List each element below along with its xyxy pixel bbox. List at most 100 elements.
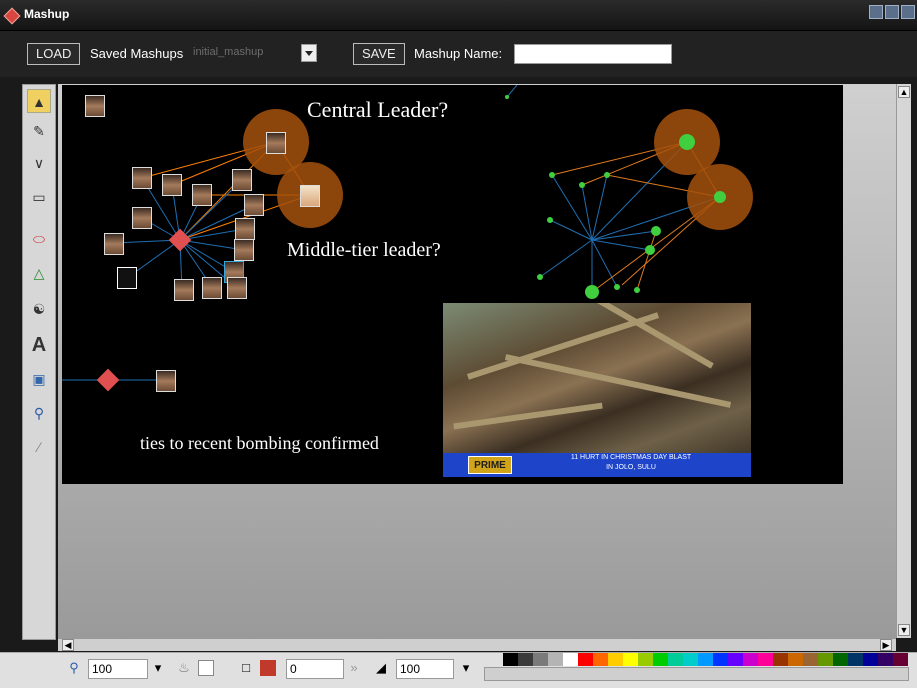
- person-photo[interactable]: [192, 184, 212, 206]
- palette-scrollbar[interactable]: [484, 667, 909, 681]
- video-debris: [504, 354, 732, 408]
- scroll-left-icon[interactable]: ◀: [62, 639, 74, 651]
- zoom-icon[interactable]: ⚲: [27, 401, 51, 425]
- load-button[interactable]: LOAD: [27, 43, 81, 65]
- palette-swatch[interactable]: [863, 653, 878, 666]
- fill-bucket-icon[interactable]: ♨: [176, 660, 192, 676]
- news-brand-logo: PRIME: [468, 456, 512, 474]
- fill-color-swatch[interactable]: [198, 660, 214, 676]
- palette-swatch[interactable]: [743, 653, 758, 666]
- annotation-middle-tier-leader[interactable]: Middle-tier leader?: [287, 239, 441, 262]
- palette-swatch[interactable]: [548, 653, 563, 666]
- palette-swatch[interactable]: [878, 653, 893, 666]
- save-button[interactable]: SAVE: [353, 43, 405, 65]
- palette-swatch[interactable]: [563, 653, 578, 666]
- palette-swatch[interactable]: [713, 653, 728, 666]
- stroke-width-input[interactable]: [286, 659, 344, 679]
- person-photo[interactable]: [162, 174, 182, 196]
- person-photo[interactable]: [132, 207, 152, 229]
- image-icon[interactable]: ▣: [27, 367, 51, 391]
- tool-palette: ▲ ✎ ∨ ▭ ⬭ △ ☯ A ▣ ⚲ ∕: [22, 84, 56, 640]
- person-photo[interactable]: [266, 132, 286, 154]
- right-network: [505, 85, 753, 299]
- news-video[interactable]: 11 HURT IN CHRISTMAS DAY BLAST IN JOLO, …: [443, 303, 751, 477]
- scroll-down-icon[interactable]: ▼: [898, 624, 910, 636]
- video-debris: [453, 402, 603, 430]
- palette-swatch[interactable]: [773, 653, 788, 666]
- database-icon[interactable]: ☯: [27, 297, 51, 321]
- saved-mashups-label: Saved Mashups: [90, 46, 184, 61]
- text-icon[interactable]: A: [27, 333, 51, 357]
- palette-swatch[interactable]: [833, 653, 848, 666]
- mashup-toolbar: LOAD Saved Mashups initial_mashup SAVE M…: [0, 31, 917, 77]
- person-photo[interactable]: [232, 169, 252, 191]
- select-icon[interactable]: ▲: [27, 89, 51, 113]
- small-network: [62, 368, 166, 392]
- mashup-canvas[interactable]: Central Leader? Middle-tier leader? ties…: [62, 85, 843, 484]
- palette-swatch[interactable]: [578, 653, 593, 666]
- person-silhouette[interactable]: [117, 267, 137, 289]
- mashup-name-label: Mashup Name:: [414, 46, 503, 61]
- person-photo[interactable]: [300, 185, 320, 207]
- mashup-name-input[interactable]: [514, 44, 672, 64]
- vector-pen-icon[interactable]: ∨: [27, 151, 51, 175]
- saved-mashups-value[interactable]: initial_mashup: [193, 46, 263, 58]
- color-palette[interactable]: [503, 653, 913, 666]
- palette-swatch[interactable]: [668, 653, 683, 666]
- person-photo[interactable]: [104, 233, 124, 255]
- scroll-right-icon[interactable]: ▶: [880, 639, 892, 651]
- palette-swatch[interactable]: [533, 653, 548, 666]
- scroll-up-icon[interactable]: ▲: [898, 86, 910, 98]
- person-photo[interactable]: [227, 277, 247, 299]
- eyedropper-icon[interactable]: ∕: [27, 435, 51, 459]
- palette-swatch[interactable]: [623, 653, 638, 666]
- palette-swatch[interactable]: [728, 653, 743, 666]
- app-icon: [3, 7, 21, 25]
- annotation-central-leader[interactable]: Central Leader?: [307, 97, 448, 123]
- saved-mashups-dropdown[interactable]: [301, 44, 317, 62]
- maximize-icon[interactable]: [885, 5, 899, 19]
- stroke-color-swatch[interactable]: [260, 660, 276, 676]
- chevron-down-icon[interactable]: ▾: [150, 660, 166, 676]
- triangle-icon[interactable]: △: [27, 261, 51, 285]
- vertical-scrollbar[interactable]: ▲ ▼: [896, 84, 911, 638]
- palette-swatch[interactable]: [503, 653, 518, 666]
- palette-swatch[interactable]: [698, 653, 713, 666]
- rectangle-icon[interactable]: ▭: [27, 185, 51, 209]
- opacity-icon: ◢: [376, 660, 386, 675]
- palette-swatch[interactable]: [518, 653, 533, 666]
- person-photo[interactable]: [132, 167, 152, 189]
- person-photo[interactable]: [202, 277, 222, 299]
- pen-icon[interactable]: ✎: [27, 119, 51, 143]
- title-bar: Mashup: [0, 0, 917, 31]
- palette-swatch[interactable]: [758, 653, 773, 666]
- double-chevron-icon[interactable]: »: [346, 660, 362, 676]
- horizontal-scrollbar[interactable]: ◀ ▶: [58, 638, 896, 651]
- palette-swatch[interactable]: [788, 653, 803, 666]
- person-photo[interactable]: [244, 194, 264, 216]
- annotation-bombing[interactable]: ties to recent bombing confirmed: [140, 433, 379, 454]
- close-icon[interactable]: [901, 5, 915, 19]
- chevron-down-icon[interactable]: ▾: [458, 660, 474, 676]
- palette-swatch[interactable]: [818, 653, 833, 666]
- palette-swatch[interactable]: [848, 653, 863, 666]
- zoom-input[interactable]: [88, 659, 148, 679]
- palette-swatch[interactable]: [803, 653, 818, 666]
- palette-swatch[interactable]: [653, 653, 668, 666]
- person-photo[interactable]: [174, 279, 194, 301]
- person-photo[interactable]: [156, 370, 176, 392]
- stroke-icon[interactable]: □: [238, 660, 254, 676]
- minimize-icon[interactable]: [869, 5, 883, 19]
- palette-swatch[interactable]: [683, 653, 698, 666]
- person-photo[interactable]: [234, 239, 254, 261]
- opacity-input[interactable]: [396, 659, 454, 679]
- ellipse-icon[interactable]: ⬭: [27, 227, 51, 251]
- person-photo[interactable]: [85, 95, 105, 117]
- palette-swatch[interactable]: [893, 653, 908, 666]
- palette-swatch[interactable]: [593, 653, 608, 666]
- person-photo[interactable]: [235, 218, 255, 240]
- bottom-toolbar: ⚲ ▾ ♨ □ » ◢ ▾: [0, 652, 917, 688]
- window-title: Mashup: [24, 7, 70, 21]
- palette-swatch[interactable]: [608, 653, 623, 666]
- palette-swatch[interactable]: [638, 653, 653, 666]
